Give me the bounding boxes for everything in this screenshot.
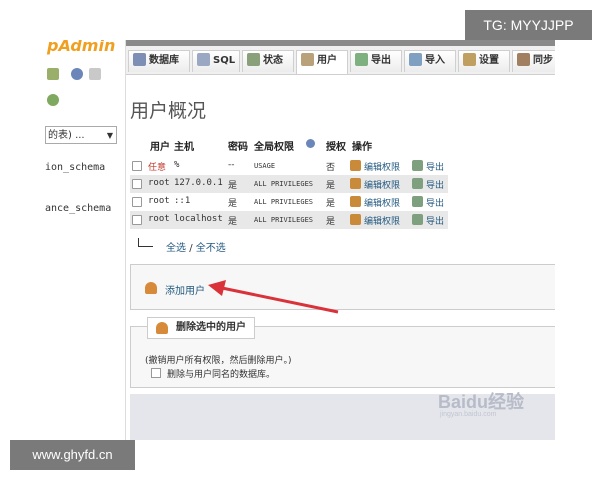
import-icon <box>409 53 422 66</box>
tab-export[interactable]: 导出 <box>350 50 402 72</box>
export-icon[interactable] <box>412 214 423 225</box>
password-cell: 是 <box>228 199 238 209</box>
select-controls: 全选 / 全不选 <box>166 239 226 254</box>
user-cell: root <box>148 196 170 206</box>
select-all-link[interactable]: 全选 <box>166 243 186 254</box>
column-header-grant: 授权 <box>326 142 346 153</box>
sync-icon <box>517 53 530 66</box>
export-link[interactable]: 导出 <box>426 196 444 209</box>
export-icon <box>355 53 368 66</box>
row-checkbox[interactable] <box>132 161 142 171</box>
main-panel: 数据库 SQL 状态 用户 导出 导入 设置 同步 用户概况 用户 主机 密码 … <box>126 40 555 440</box>
delete-users-section: 删除选中的用户 (撤销用户所有权限，然后删除用户。) 删除与用户同名的数据库。 <box>130 317 555 388</box>
table-row: 任意 % -- USAGE 否 编辑权限 导出 <box>130 157 448 175</box>
chevron-down-icon: ▼ <box>106 131 113 140</box>
grant-cell: 是 <box>326 199 336 209</box>
column-header-action: 操作 <box>352 142 372 153</box>
select-none-link[interactable]: 全不选 <box>196 243 226 254</box>
database-item[interactable]: ion_schema <box>45 162 105 173</box>
delete-users-legend: 删除选中的用户 <box>147 317 255 339</box>
tab-settings[interactable]: 设置 <box>458 50 510 72</box>
watermark-tg: TG: MYYJJPP <box>465 10 592 40</box>
export-icon[interactable] <box>412 178 423 189</box>
home-icon[interactable] <box>47 68 59 80</box>
phpmyadmin-window: pAdmin 的表) ... ▼ ion_schema ance_schema … <box>45 40 555 440</box>
docs-icon[interactable] <box>89 68 101 80</box>
select-arrow-icon <box>138 238 153 247</box>
export-link[interactable]: 导出 <box>426 178 444 191</box>
host-cell: 127.0.0.1 <box>174 178 223 188</box>
select-separator: / <box>189 243 193 254</box>
status-icon <box>247 53 260 66</box>
tab-import[interactable]: 导入 <box>404 50 456 72</box>
row-checkbox[interactable] <box>132 197 142 207</box>
add-user-link[interactable]: 添加用户 <box>165 282 205 297</box>
drop-databases-checkbox[interactable] <box>151 368 161 378</box>
users-icon <box>301 53 314 66</box>
grant-cell: 是 <box>326 181 336 191</box>
export-link[interactable]: 导出 <box>426 214 444 227</box>
grant-cell: 否 <box>326 163 336 173</box>
host-cell: ::1 <box>174 196 191 206</box>
database-select-value: 的表) ... <box>48 130 85 141</box>
logo: pAdmin <box>47 40 116 55</box>
settings-icon <box>463 53 476 66</box>
delete-user-icon <box>156 322 168 334</box>
help-icon[interactable] <box>306 139 315 148</box>
export-icon[interactable] <box>412 196 423 207</box>
column-header-password: 密码 <box>228 142 248 153</box>
database-item[interactable]: ance_schema <box>45 203 111 214</box>
edit-privileges-icon[interactable] <box>350 214 361 225</box>
tab-databases[interactable]: 数据库 <box>128 50 190 72</box>
user-cell: root <box>148 214 170 224</box>
table-row: root 127.0.0.1 是 ALL PRIVILEGES 是 编辑权限 导… <box>130 175 448 193</box>
query-icon[interactable] <box>71 68 83 80</box>
table-row: root ::1 是 ALL PRIVILEGES 是 编辑权限 导出 <box>130 193 448 211</box>
password-cell: -- <box>228 160 235 170</box>
edit-privileges-icon[interactable] <box>350 196 361 207</box>
host-cell: localhost <box>174 214 223 224</box>
database-icon <box>133 53 146 66</box>
page-title: 用户概况 <box>130 100 207 122</box>
user-cell: root <box>148 178 170 188</box>
tab-bar: 数据库 SQL 状态 用户 导出 导入 设置 同步 <box>126 46 555 75</box>
column-header-user: 用户 <box>150 142 170 153</box>
edit-privileges-icon[interactable] <box>350 178 361 189</box>
tab-status[interactable]: 状态 <box>242 50 294 72</box>
password-cell: 是 <box>228 181 238 191</box>
tab-sync[interactable]: 同步 <box>512 50 555 72</box>
edit-privileges-link[interactable]: 编辑权限 <box>364 160 400 173</box>
edit-privileges-link[interactable]: 编辑权限 <box>364 178 400 191</box>
edit-privileges-link[interactable]: 编辑权限 <box>364 196 400 209</box>
watermark-site: www.ghyfd.cn <box>10 440 135 470</box>
row-checkbox[interactable] <box>132 179 142 189</box>
table-row: root localhost 是 ALL PRIVILEGES 是 编辑权限 导… <box>130 211 448 229</box>
export-icon[interactable] <box>412 160 423 171</box>
host-cell: % <box>174 160 180 170</box>
add-user-icon[interactable] <box>145 282 157 294</box>
edit-privileges-link[interactable]: 编辑权限 <box>364 214 400 227</box>
add-user-section: 添加用户 <box>130 264 555 310</box>
column-header-host: 主机 <box>174 142 194 153</box>
watermark-baidu-sub: jingyan.baidu.com <box>440 411 497 418</box>
grant-cell: 是 <box>326 217 336 227</box>
password-cell: 是 <box>228 217 238 227</box>
reload-icon[interactable] <box>47 94 59 106</box>
tab-users[interactable]: 用户 <box>296 50 348 74</box>
privileges-cell: USAGE <box>254 162 276 170</box>
tab-sql[interactable]: SQL <box>192 50 240 72</box>
left-navigation: pAdmin 的表) ... ▼ ion_schema ance_schema <box>45 40 126 440</box>
privileges-cell: ALL PRIVILEGES <box>254 180 314 188</box>
row-checkbox[interactable] <box>132 215 142 225</box>
export-link[interactable]: 导出 <box>426 160 444 173</box>
delete-note: (撤销用户所有权限，然后删除用户。) <box>145 356 292 366</box>
edit-privileges-icon[interactable] <box>350 160 361 171</box>
drop-databases-option[interactable]: 删除与用户同名的数据库。 <box>151 367 275 380</box>
privileges-cell: ALL PRIVILEGES <box>254 216 314 224</box>
sql-icon <box>197 53 210 66</box>
user-cell: 任意 <box>148 163 167 173</box>
privileges-cell: ALL PRIVILEGES <box>254 198 314 206</box>
database-select[interactable]: 的表) ... ▼ <box>45 126 117 144</box>
column-header-global-privileges: 全局权限 <box>254 142 294 153</box>
